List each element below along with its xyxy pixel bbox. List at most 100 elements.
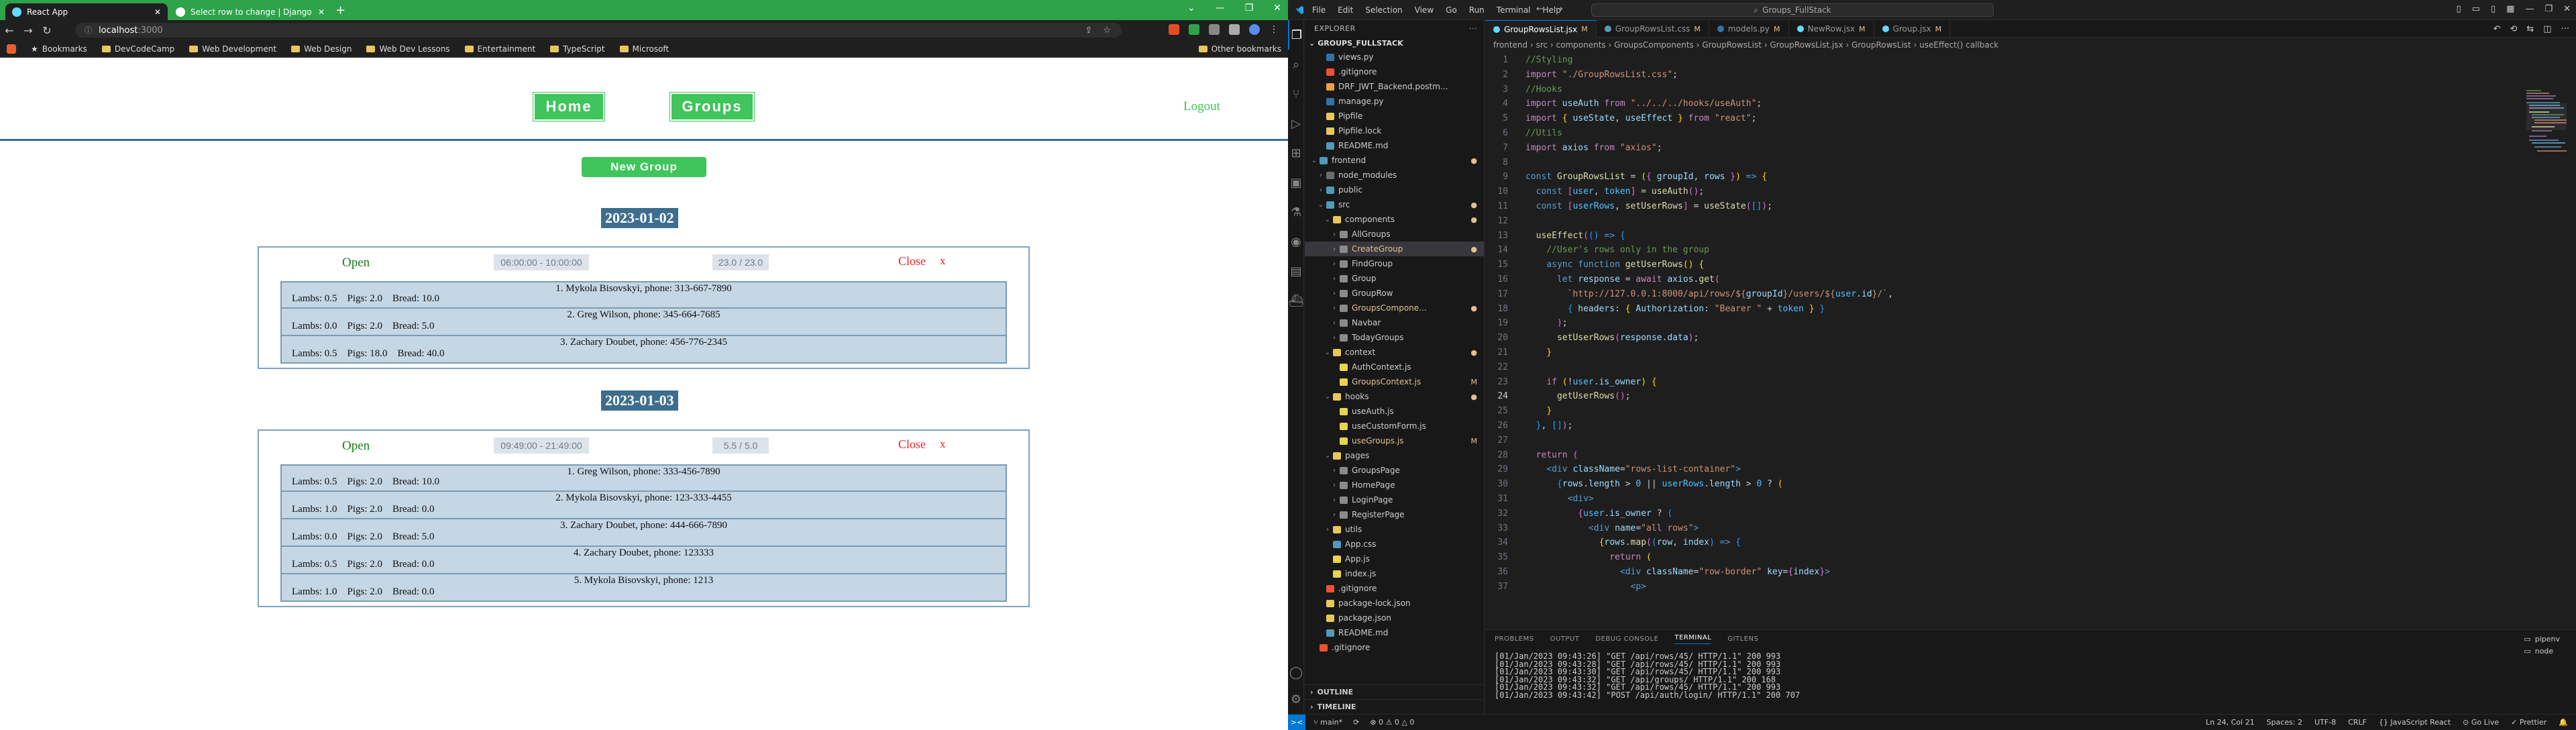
close-group-button[interactable]: Close <box>898 254 926 268</box>
extensions-icon[interactable]: ⊞ <box>1288 138 1304 168</box>
terminal-item[interactable]: ▭ pipenv <box>2524 633 2560 645</box>
forward-arrow-icon[interactable]: → <box>19 24 38 37</box>
close-window-icon[interactable]: ✕ <box>1273 3 1281 13</box>
tree-folder[interactable]: › GroupsCompone... ● <box>1305 301 1484 315</box>
minimize-icon[interactable]: — <box>1216 3 1225 13</box>
code-line[interactable]: //Utils <box>1525 128 1562 138</box>
code-line[interactable]: `http://127.0.0.1:8000/api/rows/${groupI… <box>1525 289 1893 299</box>
back-arrow-icon[interactable]: ← <box>1536 4 1544 14</box>
code-line[interactable]: <div name="all rows"> <box>1525 523 1699 533</box>
code-line[interactable]: const [userRows, setUserRows] = useState… <box>1525 201 1772 211</box>
workspace-root[interactable]: ⌄ GROUPS_FULLSTACK <box>1305 36 1484 50</box>
breadcrumb[interactable]: frontend › src › components › GroupsComp… <box>1485 38 2576 52</box>
more-actions-icon[interactable]: ··· <box>1469 24 1477 33</box>
maximize-icon[interactable]: ❐ <box>1245 3 1254 13</box>
logout-link[interactable]: Logout <box>1183 99 1220 114</box>
prettier-status[interactable]: ✓ Prettier <box>2511 718 2546 727</box>
code-line[interactable]: import { useState, useEffect } from "rea… <box>1525 113 1756 123</box>
tree-folder[interactable]: › GroupsPage <box>1305 463 1484 478</box>
tree-file[interactable]: README.md <box>1305 138 1484 153</box>
code-line[interactable]: { headers: { Authorization: "Bearer " + … <box>1525 304 1825 314</box>
gear-icon[interactable]: ⚙ <box>1288 684 1304 714</box>
tree-file[interactable]: GroupsContext.js M <box>1305 374 1484 389</box>
sync-icon[interactable]: ⟳ <box>1353 718 1359 727</box>
tree-folder[interactable]: ⌄ pages <box>1305 448 1484 463</box>
delete-group-button[interactable]: x <box>940 437 946 451</box>
code-line[interactable]: import "./GroupRowsList.css"; <box>1525 70 1678 80</box>
go-back-icon[interactable]: ↶ <box>2493 24 2501 34</box>
menu-terminal[interactable]: Terminal <box>1497 5 1531 15</box>
kebab-menu-icon[interactable]: ⋮ <box>1269 24 1279 35</box>
code-line[interactable]: ); <box>1525 318 1568 328</box>
tree-file[interactable]: AuthContext.js <box>1305 360 1484 374</box>
search-icon[interactable]: ⌕ <box>1288 50 1304 79</box>
groups-button[interactable]: Groups <box>670 93 754 121</box>
editor-tab[interactable]: Group.jsx M <box>1874 20 1951 38</box>
new-group-button[interactable]: New Group <box>582 157 706 177</box>
indentation[interactable]: Spaces: 2 <box>2267 718 2302 727</box>
site-info-icon[interactable]: ⓘ <box>85 25 92 36</box>
code-line[interactable]: <p> <box>1525 582 1646 592</box>
minimap[interactable] <box>2526 90 2567 170</box>
split-editor-icon[interactable]: ◫ <box>2543 24 2551 34</box>
tree-file[interactable]: DRF_JWT_Backend.postm... <box>1305 79 1484 94</box>
tree-folder[interactable]: ⌄ frontend ● <box>1305 153 1484 168</box>
code-line[interactable]: return ( <box>1525 450 1578 460</box>
bell-icon[interactable]: 🔔 <box>2559 718 2568 727</box>
back-arrow-icon[interactable]: ← <box>0 24 19 37</box>
code-line[interactable]: } <box>1525 348 1552 358</box>
code-line[interactable]: //Hooks <box>1525 85 1562 95</box>
code-line[interactable]: async function getUserRows() { <box>1525 260 1704 270</box>
tree-folder[interactable]: › Group <box>1305 271 1484 286</box>
tree-file[interactable]: useGroups.js M <box>1305 433 1484 448</box>
code-line[interactable]: if (!user.is_owner) { <box>1525 377 1656 387</box>
code-line[interactable]: }, []); <box>1525 421 1573 431</box>
folder-icon[interactable]: ▤ <box>1288 256 1304 286</box>
bookmark-folder[interactable]: DevCodeCamp <box>101 44 174 54</box>
code-line[interactable]: <div className="row-border" key={index}> <box>1525 567 1830 577</box>
tree-folder[interactable]: › HomePage <box>1305 478 1484 492</box>
tree-folder[interactable]: › public <box>1305 182 1484 197</box>
code-line[interactable]: useEffect(() => { <box>1525 231 1625 241</box>
puzzle-extensions-icon[interactable] <box>1209 24 1220 35</box>
new-tab-button[interactable]: + <box>335 3 345 17</box>
extension-icon[interactable] <box>1189 24 1199 35</box>
tree-folder[interactable]: › utils <box>1305 522 1484 537</box>
bookmark-folder[interactable]: Web Design <box>291 44 352 54</box>
layout-sidebar-icon[interactable]: ▯ <box>2457 4 2461 14</box>
tab-output[interactable]: OUTPUT <box>1550 635 1580 643</box>
gitlens-icon[interactable]: ◉ <box>1288 227 1304 256</box>
tree-file[interactable]: Pipfile.lock <box>1305 123 1484 138</box>
bookmark-bookmarks[interactable]: ★ Bookmarks <box>31 44 87 54</box>
tree-folder[interactable]: › TodayGroups <box>1305 330 1484 345</box>
forward-arrow-icon[interactable]: → <box>1556 4 1563 14</box>
code-line[interactable]: {rows.map((row, index) => { <box>1525 537 1741 548</box>
extension-icon[interactable] <box>1169 24 1179 35</box>
code-line[interactable]: {user.is_owner ? ( <box>1525 509 1672 519</box>
tab-django-admin[interactable]: Select row to change | Django site ✕ <box>169 3 331 20</box>
code-line[interactable]: {rows.length > 0 || userRows.length > 0 … <box>1525 479 1783 489</box>
tree-file[interactable]: Pipfile <box>1305 109 1484 123</box>
avatar[interactable] <box>1249 24 1260 35</box>
testing-icon[interactable]: ⚗ <box>1288 197 1304 227</box>
tree-folder[interactable]: › Navbar <box>1305 315 1484 330</box>
code-line[interactable]: getUserRows(); <box>1525 391 1631 401</box>
bookmark-folder[interactable]: Entertainment <box>464 44 535 54</box>
tree-file[interactable]: package-lock.json <box>1305 596 1484 611</box>
editor-tab[interactable]: GroupRowsList.css M <box>1597 20 1709 38</box>
encoding[interactable]: UTF-8 <box>2314 718 2336 727</box>
tree-file[interactable]: README.md <box>1305 625 1484 640</box>
tree-file[interactable]: index.js <box>1305 566 1484 581</box>
layout-secondary-icon[interactable]: ▯ <box>2491 4 2496 14</box>
tree-file[interactable]: .gitignore <box>1305 64 1484 79</box>
tree-folder[interactable]: › GroupRow <box>1305 286 1484 301</box>
code-line[interactable]: import useAuth from "../../../hooks/useA… <box>1525 99 1762 109</box>
run-debug-icon[interactable]: ▷ <box>1288 109 1304 138</box>
tree-file[interactable]: App.js <box>1305 552 1484 566</box>
cursor-position[interactable]: Ln 24, Col 21 <box>2206 718 2255 727</box>
code-line[interactable]: const GroupRowsList = ({ groupId, rows }… <box>1525 172 1767 182</box>
close-tab-icon[interactable]: ✕ <box>318 7 325 17</box>
tree-folder[interactable]: ⌄ src ● <box>1305 197 1484 212</box>
tree-folder[interactable]: ⌄ context ● <box>1305 345 1484 360</box>
tree-file[interactable]: useAuth.js <box>1305 404 1484 419</box>
